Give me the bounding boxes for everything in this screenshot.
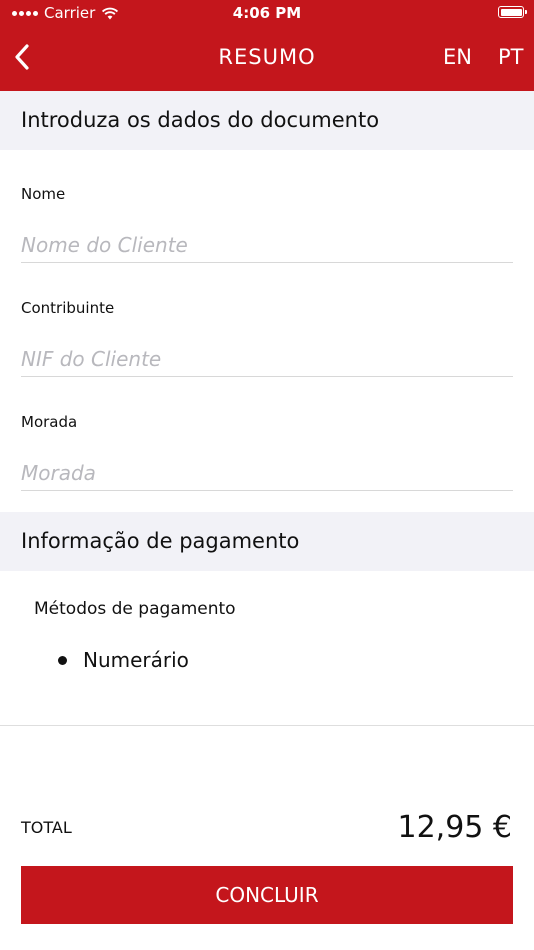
payment-section-title: Informação de pagamento xyxy=(21,529,300,553)
language-pt-button[interactable]: PT xyxy=(498,45,524,69)
payment-method-label: Numerário xyxy=(83,648,189,672)
name-field[interactable] xyxy=(21,227,513,263)
status-time: 4:06 PM xyxy=(232,4,302,22)
nav-bar: RESUMO EN PT xyxy=(0,28,534,91)
status-bar: Carrier 4:06 PM xyxy=(0,0,534,28)
name-label: Nome xyxy=(21,185,66,203)
divider xyxy=(0,725,534,726)
document-section-title: Introduza os dados do documento xyxy=(21,108,380,132)
header: Carrier 4:06 PM RESUMO EN PT xyxy=(0,0,534,91)
payment-methods-label: Métodos de pagamento xyxy=(34,599,236,619)
battery-icon xyxy=(498,6,527,18)
address-label: Morada xyxy=(21,413,78,431)
total-label: TOTAL xyxy=(21,818,72,837)
address-field[interactable] xyxy=(21,455,513,491)
conclude-button[interactable]: CONCLUIR xyxy=(21,866,513,924)
language-en-button[interactable]: EN xyxy=(443,45,472,69)
payment-method-cash[interactable]: Numerário xyxy=(58,648,189,672)
bullet-icon xyxy=(58,655,67,665)
document-section-header: Introduza os dados do documento xyxy=(0,91,534,150)
total-value: 12,95 € xyxy=(397,810,512,845)
tax-number-field[interactable] xyxy=(21,341,513,377)
payment-section-header: Informação de pagamento xyxy=(0,512,534,571)
tax-number-label: Contribuinte xyxy=(21,299,115,317)
